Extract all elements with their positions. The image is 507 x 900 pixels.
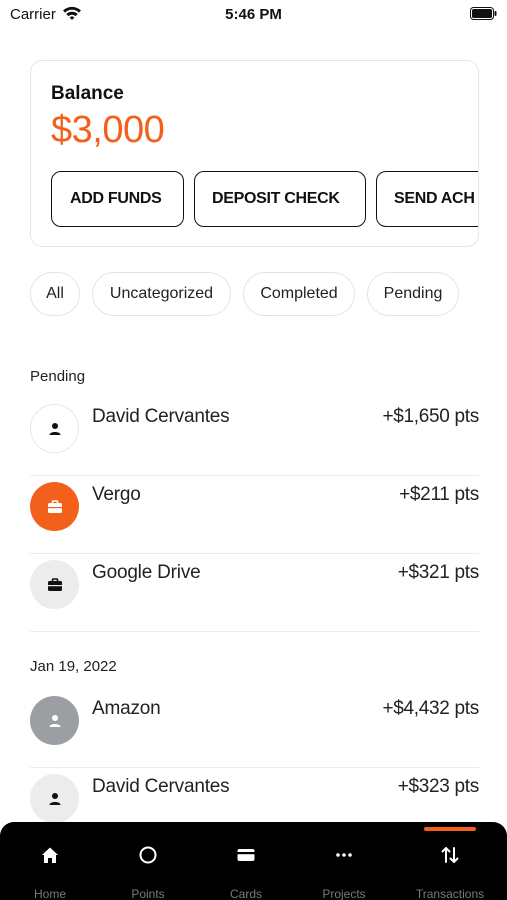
avatar bbox=[30, 560, 79, 609]
tab-label: Transactions bbox=[415, 887, 485, 900]
more-icon bbox=[336, 853, 352, 857]
circle-icon bbox=[139, 846, 157, 864]
balance-label: Balance bbox=[51, 83, 124, 104]
transaction-name: Amazon bbox=[92, 698, 161, 719]
balance-card: Balance $3,000 ADD FUNDS DEPOSIT CHECK S… bbox=[30, 60, 479, 247]
battery-icon bbox=[470, 7, 497, 20]
avatar bbox=[30, 482, 79, 531]
transaction-amount: +$321 pts bbox=[397, 562, 480, 583]
transaction-amount: +$1,650 pts bbox=[382, 406, 479, 427]
transaction-name: David Cervantes bbox=[92, 406, 230, 427]
briefcase-icon bbox=[47, 577, 62, 591]
filter-completed[interactable]: Completed bbox=[243, 272, 355, 316]
transaction-amount: +$323 pts bbox=[397, 776, 480, 797]
avatar bbox=[30, 404, 79, 453]
transaction-row[interactable]: Vergo +$211 pts bbox=[30, 476, 479, 554]
tab-label: Points bbox=[131, 887, 165, 900]
status-bar: Carrier 5:46 PM bbox=[0, 0, 507, 30]
transaction-row[interactable]: Google Drive +$321 pts bbox=[30, 554, 479, 632]
card-icon bbox=[237, 849, 255, 861]
person-icon bbox=[49, 422, 60, 435]
deposit-check-button[interactable]: DEPOSIT CHECK bbox=[194, 171, 366, 227]
tab-cards[interactable]: Cards bbox=[196, 822, 296, 900]
tab-projects[interactable]: Projects bbox=[294, 822, 394, 900]
avatar bbox=[30, 774, 79, 823]
person-icon bbox=[49, 792, 60, 805]
tab-transactions[interactable]: Transactions bbox=[400, 822, 500, 900]
transfer-icon bbox=[441, 847, 459, 863]
balance-amount: $3,000 bbox=[51, 109, 165, 151]
filter-pending[interactable]: Pending bbox=[367, 272, 459, 316]
avatar bbox=[30, 696, 79, 745]
tab-points[interactable]: Points bbox=[98, 822, 198, 900]
transaction-name: David Cervantes bbox=[92, 776, 230, 797]
home-icon bbox=[42, 847, 58, 863]
section-header-date: Jan 19, 2022 bbox=[30, 658, 117, 675]
section-header-pending: Pending bbox=[30, 368, 86, 385]
transaction-amount: +$211 pts bbox=[399, 484, 479, 505]
transaction-name: Google Drive bbox=[92, 562, 201, 583]
send-ach-button[interactable]: SEND ACH bbox=[376, 171, 478, 227]
filter-all[interactable]: All bbox=[30, 272, 80, 316]
tab-home[interactable]: Home bbox=[0, 822, 100, 900]
add-funds-button[interactable]: ADD FUNDS bbox=[51, 171, 184, 227]
briefcase-icon bbox=[47, 499, 62, 513]
tab-label: Cards bbox=[229, 887, 262, 900]
tab-bar: Home Points Cards Projects Transactions bbox=[0, 822, 507, 900]
filter-uncategorized[interactable]: Uncategorized bbox=[92, 272, 231, 316]
transaction-amount: +$4,432 pts bbox=[382, 698, 479, 719]
tab-label: Projects bbox=[322, 887, 366, 900]
transaction-row[interactable]: Amazon +$4,432 pts bbox=[30, 690, 479, 768]
transaction-row[interactable]: David Cervantes +$1,650 pts bbox=[30, 398, 479, 476]
status-time: 5:46 PM bbox=[225, 6, 282, 23]
person-icon bbox=[49, 714, 60, 727]
transaction-name: Vergo bbox=[92, 484, 141, 505]
tab-label: Home bbox=[33, 887, 66, 900]
